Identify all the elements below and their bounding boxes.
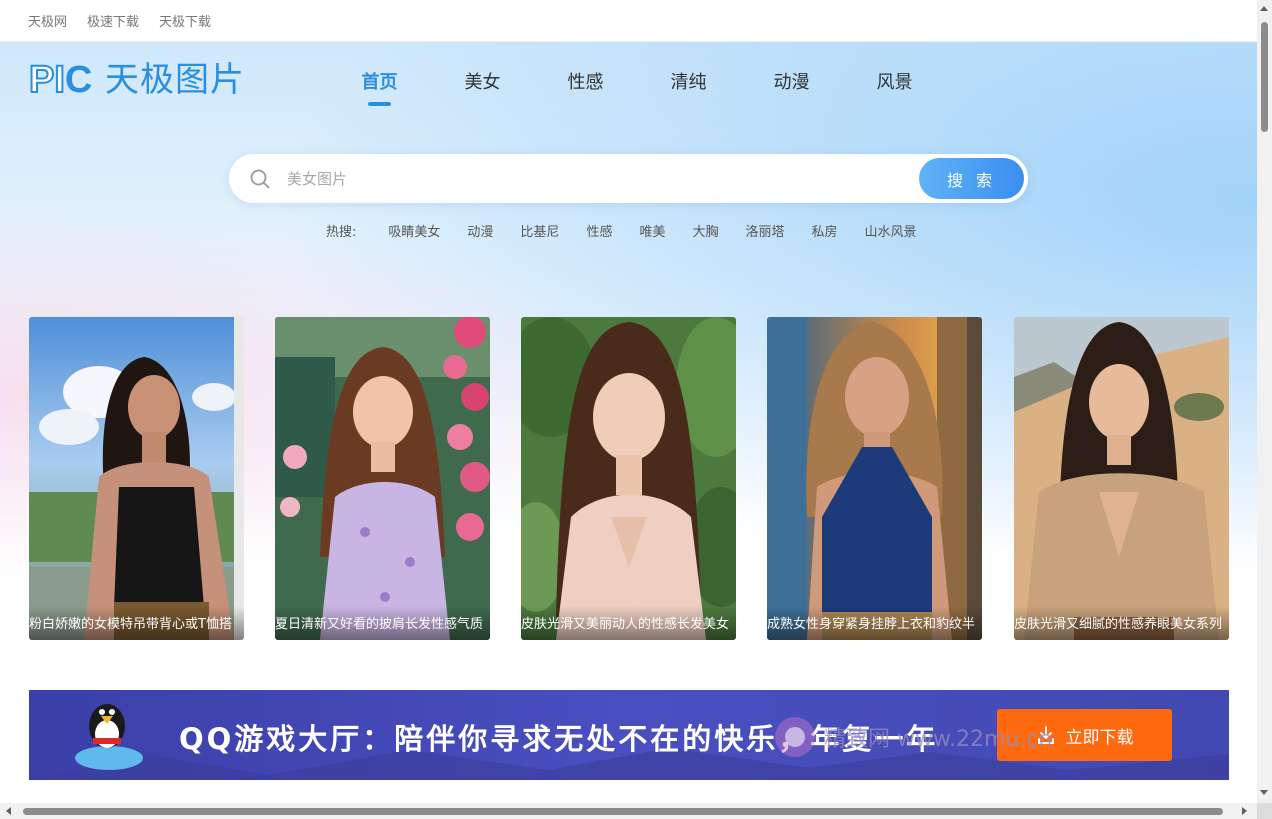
scroll-up-arrow-icon[interactable] [1260, 6, 1268, 11]
nav-item-scenery[interactable]: 风景 [843, 66, 946, 106]
download-now-button[interactable]: 立即下载 [997, 709, 1172, 761]
card-caption: 皮肤光滑又美丽动人的性感长发美女 [521, 606, 736, 640]
hot-search-item[interactable]: 唯美 [639, 221, 665, 240]
nav-item-home[interactable]: 首页 [328, 66, 431, 106]
card-caption: 粉白娇嫩的女模特吊带背心或T恤搭 [29, 606, 244, 640]
top-utility-bar: 天极网 极速下载 天极下载 [0, 0, 1257, 42]
card-photo [275, 317, 490, 640]
vertical-scrollbar[interactable] [1257, 0, 1272, 803]
download-icon [1037, 726, 1054, 744]
card-caption: 夏日清新又好看的披肩长发性感气质 [275, 606, 490, 640]
nav-item-sexy[interactable]: 性感 [534, 66, 637, 106]
logo-mark: PI C [28, 59, 103, 101]
search-icon [250, 169, 270, 188]
nav-item-beauty[interactable]: 美女 [431, 66, 534, 106]
image-card[interactable]: 皮肤光滑又细腻的性感养眼美女系列 [1014, 317, 1229, 640]
card-photo [29, 317, 244, 640]
image-card[interactable]: 粉白娇嫩的女模特吊带背心或T恤搭 [29, 317, 244, 640]
qq-penguin-icon [75, 704, 143, 770]
download-button-label: 立即下载 [1065, 727, 1134, 748]
nav-item-anime[interactable]: 动漫 [740, 66, 843, 106]
hot-search-item[interactable]: 大胸 [692, 221, 718, 240]
search-input[interactable] [287, 169, 919, 188]
scrollbar-corner [1257, 803, 1272, 819]
hot-search-item[interactable]: 洛丽塔 [745, 221, 784, 240]
card-photo [1014, 317, 1229, 640]
site-logo[interactable]: PI C 天极图片 [28, 59, 245, 101]
logo-text: 天极图片 [105, 60, 245, 100]
hot-search-label: 热搜: [326, 224, 357, 240]
scroll-right-arrow-icon[interactable] [1242, 807, 1247, 815]
hot-search-item[interactable]: 比基尼 [520, 221, 559, 240]
hot-search-item[interactable]: 性感 [586, 221, 612, 240]
topbar-link-tianji-download[interactable]: 天极下载 [159, 11, 211, 30]
horizontal-scrollbar[interactable] [0, 803, 1257, 819]
topbar-link-fast-download[interactable]: 极速下载 [87, 11, 139, 30]
main-nav: 首页 美女 性感 清纯 动漫 风景 [328, 66, 946, 106]
card-photo [767, 317, 982, 640]
image-card[interactable]: 成熟女性身穿紧身挂脖上衣和豹纹半 [767, 317, 982, 640]
scroll-down-arrow-icon[interactable] [1260, 790, 1268, 795]
search-bar: 搜 索 [229, 154, 1028, 203]
vertical-scrollbar-thumb[interactable] [1261, 22, 1268, 132]
qq-game-banner[interactable]: QQ游戏大厅：陪伴你寻求无处不在的快乐，年复一年 立即下载 [29, 690, 1229, 780]
nav-item-pure[interactable]: 清纯 [637, 66, 740, 106]
image-card[interactable]: 夏日清新又好看的披肩长发性感气质 [275, 317, 490, 640]
scroll-left-arrow-icon[interactable] [6, 807, 11, 815]
logo-mark-c: C [64, 59, 93, 101]
hot-search-item[interactable]: 动漫 [467, 221, 493, 240]
card-caption: 皮肤光滑又细腻的性感养眼美女系列 [1014, 606, 1229, 640]
image-card[interactable]: 皮肤光滑又美丽动人的性感长发美女 [521, 317, 736, 640]
card-photo [521, 317, 736, 640]
topbar-link-tianji[interactable]: 天极网 [28, 11, 67, 30]
hot-search-item[interactable]: 山水风景 [865, 221, 917, 240]
hot-search: 热搜: 吸睛美女 动漫 比基尼 性感 唯美 大胸 洛丽塔 私房 山水风景 [326, 221, 944, 240]
banner-text: QQ游戏大厅：陪伴你寻求无处不在的快乐，年复一年 [179, 722, 939, 756]
search-button[interactable]: 搜 索 [919, 158, 1024, 199]
hot-search-item[interactable]: 私房 [812, 221, 838, 240]
hot-search-item[interactable]: 吸睛美女 [388, 221, 440, 240]
horizontal-scrollbar-thumb[interactable] [23, 808, 1223, 815]
card-caption: 成熟女性身穿紧身挂脖上衣和豹纹半 [767, 606, 982, 640]
logo-mark-text: PI [28, 59, 66, 101]
